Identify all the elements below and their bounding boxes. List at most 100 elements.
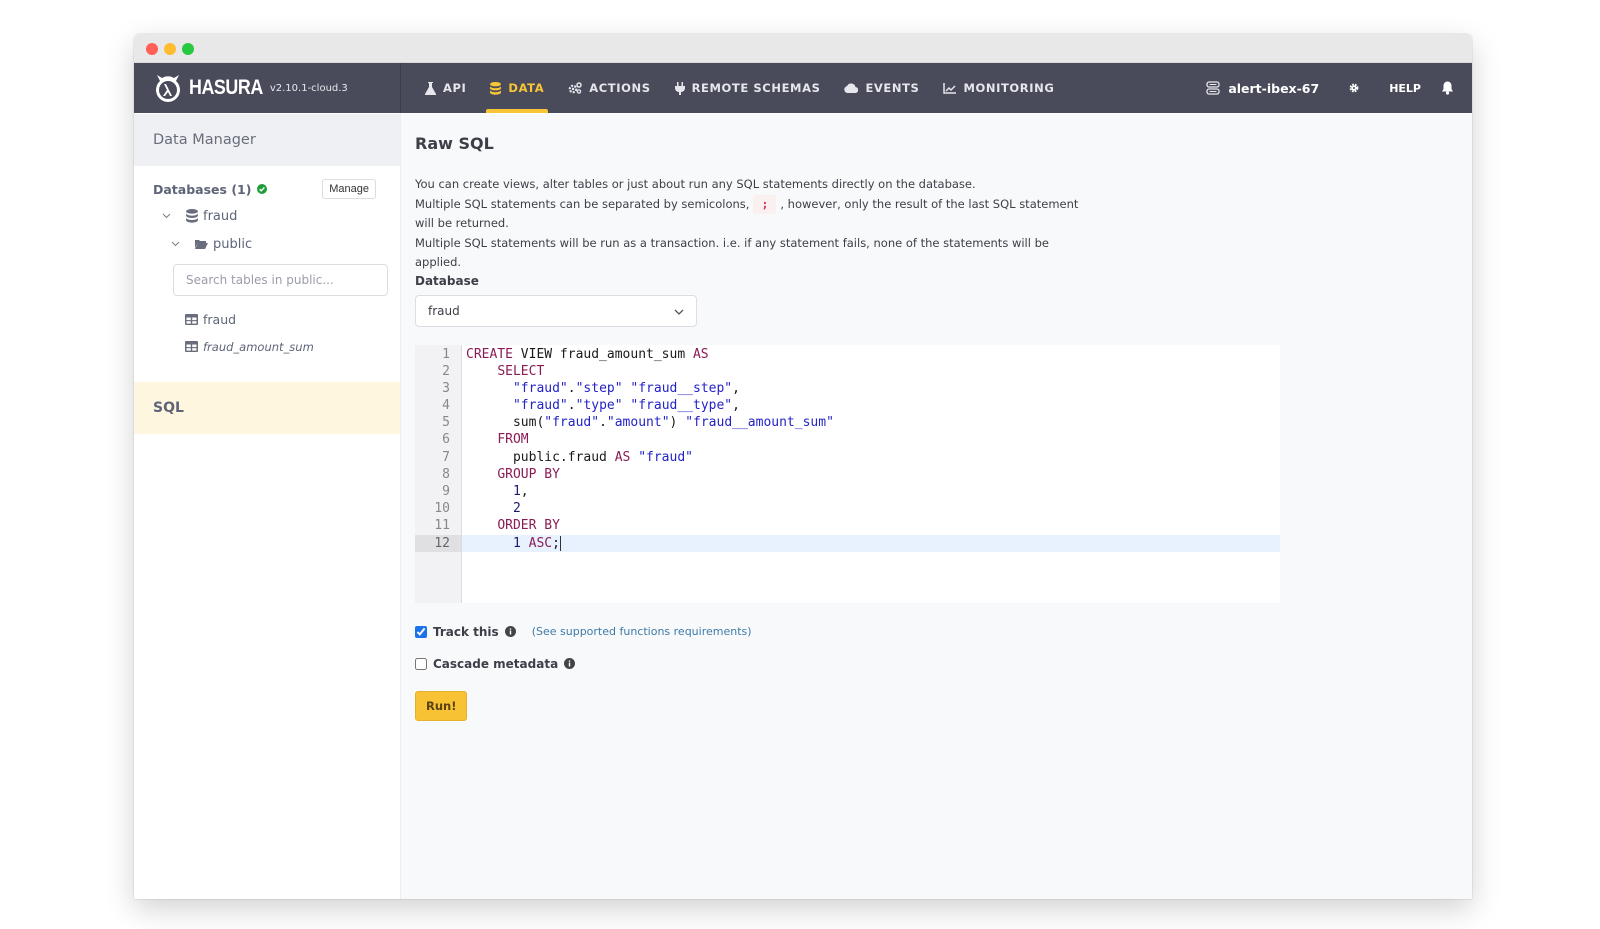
- cascade-row: Cascade metadata: [415, 657, 1458, 671]
- settings-gear-icon[interactable]: [1349, 83, 1359, 93]
- brand-name: HASURA: [189, 76, 263, 99]
- app-body: Data Manager Databases (1) Manage fraud: [134, 114, 1472, 899]
- description: You can create views, alter tables or ju…: [415, 175, 1095, 273]
- code-line: 1 ASC;: [462, 534, 1280, 552]
- nav-tabs: API DATA ACTIONS REMOTE SCHEMAS EVENTS M…: [401, 63, 1066, 113]
- code-line: GROUP BY: [497, 466, 560, 482]
- sql-editor[interactable]: 1 2 3 4 5 6 7 8 9 10 11 12 CREATE VIEW fraud_amount…: [415, 344, 1280, 603]
- database-label: Database: [415, 273, 479, 288]
- sidebar: Data Manager Databases (1) Manage fraud: [134, 114, 401, 899]
- line-number: 12: [415, 534, 461, 552]
- project-selector[interactable]: alert-ibex-67: [1206, 81, 1319, 96]
- code-line: public.fraud AS "fraud": [466, 449, 693, 465]
- line-number: 5: [442, 415, 450, 431]
- folder-open-icon: [195, 239, 208, 249]
- databases-label: Databases (1): [153, 181, 252, 197]
- code-line: ORDER BY: [497, 518, 560, 534]
- text-cursor: [559, 535, 561, 551]
- schema-name: public: [213, 236, 253, 252]
- line-number: 11: [434, 518, 450, 534]
- table-name: fraud: [203, 312, 237, 327]
- editor-gutter: 1 2 3 4 5 6 7 8 9 10 11 12: [415, 344, 462, 603]
- line-number: 6: [442, 432, 450, 448]
- code-line: sum("fraud"."amount") "fraud__amount_sum…: [466, 415, 834, 431]
- database-select-value: fraud: [428, 303, 460, 318]
- line-number: 8: [442, 466, 450, 482]
- line-number: 2: [442, 363, 450, 379]
- track-this-checkbox[interactable]: [415, 625, 427, 638]
- description-line: Multiple SQL statements will be run as a…: [415, 235, 1049, 270]
- line-number: 1: [442, 346, 450, 362]
- nav-tab-remote-schemas[interactable]: REMOTE SCHEMAS: [663, 63, 833, 113]
- code-line: "fraud"."type" "fraud__type",: [512, 398, 740, 414]
- nav-tab-label: ACTIONS: [589, 81, 651, 95]
- info-icon[interactable]: [564, 658, 576, 669]
- cogs-icon: [568, 82, 582, 94]
- plug-icon: [674, 81, 685, 95]
- line-number: 7: [442, 449, 450, 465]
- view-name: fraud_amount_sum: [203, 339, 314, 354]
- code-line: CREATE VIEW fraud_amount_sum AS: [466, 346, 709, 362]
- info-icon[interactable]: [504, 626, 516, 637]
- top-navbar: HASURA v2.10.1-cloud.3 API DATA ACTIONS …: [134, 63, 1472, 113]
- nav-tab-label: REMOTE SCHEMAS: [691, 81, 821, 95]
- navbar-right: alert-ibex-67 HELP: [1206, 63, 1472, 113]
- brand[interactable]: HASURA v2.10.1-cloud.3: [134, 63, 401, 113]
- window-minimize-button[interactable]: [164, 43, 176, 55]
- nav-tab-label: API: [443, 81, 467, 95]
- page-title: Raw SQL: [415, 134, 494, 153]
- chevron-down-icon[interactable]: [160, 213, 172, 219]
- hasura-logo-icon: [152, 72, 184, 104]
- code-line: "fraud"."step" "fraud__step",: [512, 380, 740, 396]
- nav-tab-data[interactable]: DATA: [478, 63, 556, 113]
- code-line: 1,: [512, 484, 529, 499]
- table-item-fraud[interactable]: fraud: [185, 306, 400, 333]
- table-search-wrap: [134, 258, 400, 296]
- code-line: FROM: [497, 432, 529, 448]
- sidebar-header: Data Manager: [134, 114, 400, 166]
- window-close-button[interactable]: [146, 43, 158, 55]
- nav-tab-actions[interactable]: ACTIONS: [556, 63, 662, 113]
- code-line: SELECT: [497, 363, 545, 379]
- database-icon: [186, 209, 198, 223]
- project-name: alert-ibex-67: [1228, 80, 1320, 96]
- nav-tab-events[interactable]: EVENTS: [832, 63, 931, 113]
- supported-functions-link[interactable]: (See supported functions requirements): [532, 625, 752, 638]
- table-item-fraud-amount-sum[interactable]: fraud_amount_sum: [185, 333, 400, 360]
- server-icon: [1206, 81, 1220, 95]
- window-titlebar: [134, 34, 1472, 63]
- code-line: 2: [512, 501, 521, 517]
- nav-tab-monitoring[interactable]: MONITORING: [931, 63, 1066, 113]
- description-line: Multiple SQL statements can be separated…: [415, 194, 1095, 234]
- check-circle-icon: [257, 184, 268, 194]
- track-this-row: Track this (See supported functions requ…: [415, 625, 1458, 639]
- tree-database-fraud[interactable]: fraud: [134, 202, 400, 230]
- table-icon: [185, 314, 198, 325]
- table-search-input[interactable]: [173, 264, 388, 296]
- nav-tab-label: EVENTS: [865, 81, 920, 95]
- window-maximize-button[interactable]: [182, 43, 194, 55]
- table-icon: [185, 341, 198, 352]
- app-window: HASURA v2.10.1-cloud.3 API DATA ACTIONS …: [134, 34, 1472, 899]
- tree-schema-public[interactable]: public: [134, 230, 400, 258]
- flask-icon: [425, 81, 436, 95]
- manage-button[interactable]: Manage: [322, 179, 376, 199]
- line-number: 10: [434, 501, 450, 517]
- run-button[interactable]: Run!: [415, 690, 468, 721]
- cascade-metadata-checkbox[interactable]: [415, 657, 427, 670]
- chevron-down-icon: [674, 304, 684, 318]
- database-select[interactable]: fraud: [415, 294, 697, 327]
- nav-tab-api[interactable]: API: [413, 63, 478, 113]
- notification-bell-icon[interactable]: [1441, 81, 1454, 95]
- description-text: Multiple SQL statements can be separated…: [415, 196, 750, 211]
- help-link[interactable]: HELP: [1389, 82, 1421, 95]
- editor-code[interactable]: CREATE VIEW fraud_amount_sum AS SELECT "…: [462, 345, 1280, 603]
- sidebar-sql-link[interactable]: SQL: [134, 382, 400, 434]
- cloud-icon: [844, 83, 859, 93]
- track-this-label: Track this: [433, 624, 499, 639]
- chevron-down-icon[interactable]: [169, 241, 181, 247]
- nav-tab-label: DATA: [508, 81, 545, 95]
- databases-title: Databases (1): [153, 181, 268, 197]
- database-icon: [490, 81, 502, 95]
- cascade-metadata-label: Cascade metadata: [433, 656, 559, 671]
